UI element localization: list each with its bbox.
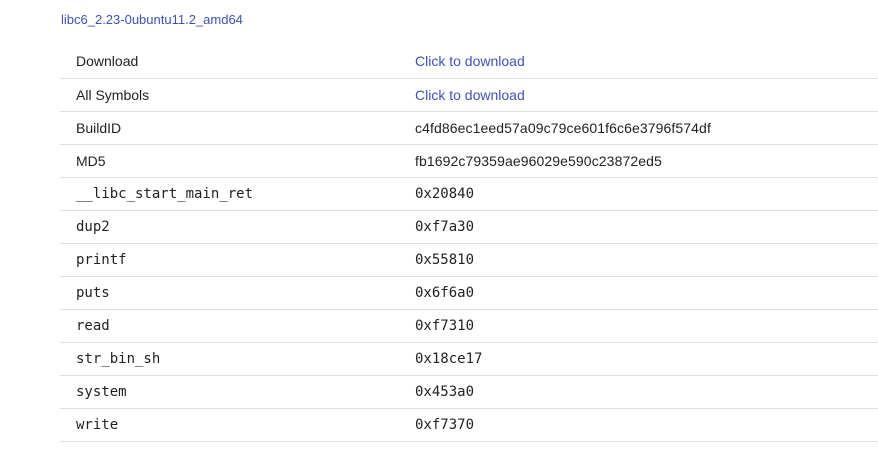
all-symbols-download-link[interactable]: Click to download — [415, 87, 525, 103]
table-row: read 0xf7310 — [60, 309, 878, 343]
all-symbols-label: All Symbols — [60, 78, 415, 112]
table-row-buildid: BuildID c4fd86ec1eed57a09c79ce601f6c6e37… — [60, 111, 878, 145]
symbol-offset: 0x55810 — [415, 243, 878, 277]
symbol-name: __libc_start_main_ret — [60, 177, 415, 211]
table-row: __libc_start_main_ret 0x20840 — [60, 177, 878, 211]
download-label: Download — [60, 45, 415, 79]
table-row-download: Download Click to download — [60, 45, 878, 79]
symbols-table: Download Click to download All Symbols C… — [60, 45, 878, 442]
symbol-offset: 0x453a0 — [415, 375, 878, 409]
table-row-all-symbols: All Symbols Click to download — [60, 78, 878, 112]
symbol-name: printf — [60, 243, 415, 277]
symbol-offset: 0x18ce17 — [415, 342, 878, 376]
symbol-name: dup2 — [60, 210, 415, 244]
md5-label: MD5 — [60, 144, 415, 178]
table-row: puts 0x6f6a0 — [60, 276, 878, 310]
table-row: printf 0x55810 — [60, 243, 878, 277]
symbol-name: write — [60, 408, 415, 442]
buildid-value: c4fd86ec1eed57a09c79ce601f6c6e3796f574df — [415, 111, 878, 145]
library-name-link[interactable]: libc6_2.23-0ubuntu11.2_amd64 — [61, 12, 243, 27]
table-row-md5: MD5 fb1692c79359ae96029e590c23872ed5 — [60, 144, 878, 178]
table-row: str_bin_sh 0x18ce17 — [60, 342, 878, 376]
symbol-offset: 0xf7310 — [415, 309, 878, 343]
download-link[interactable]: Click to download — [415, 53, 525, 69]
symbol-name: str_bin_sh — [60, 342, 415, 376]
symbol-offset: 0x6f6a0 — [415, 276, 878, 310]
symbol-offset: 0xf7a30 — [415, 210, 878, 244]
buildid-label: BuildID — [60, 111, 415, 145]
symbol-name: system — [60, 375, 415, 409]
symbol-name: read — [60, 309, 415, 343]
symbol-name: puts — [60, 276, 415, 310]
table-row: system 0x453a0 — [60, 375, 878, 409]
md5-value: fb1692c79359ae96029e590c23872ed5 — [415, 144, 878, 178]
table-row: write 0xf7370 — [60, 408, 878, 442]
symbol-offset: 0xf7370 — [415, 408, 878, 442]
table-row: dup2 0xf7a30 — [60, 210, 878, 244]
symbol-offset: 0x20840 — [415, 177, 878, 211]
